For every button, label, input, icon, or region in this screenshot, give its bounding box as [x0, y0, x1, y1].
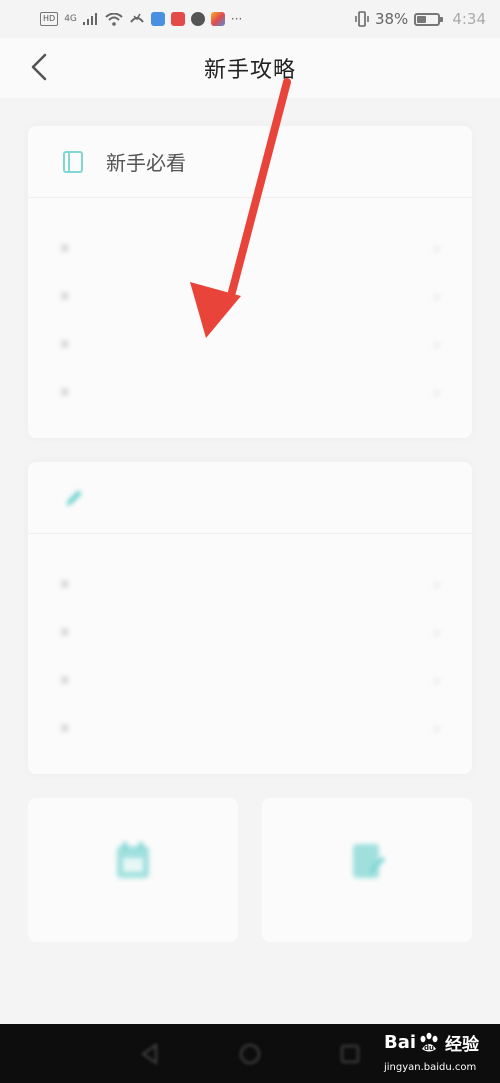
battery-icon: [414, 12, 444, 26]
edit-icon: [353, 844, 385, 878]
paw-icon: du: [420, 1032, 438, 1052]
app-notification-icon: [210, 12, 225, 26]
list-item[interactable]: ›: [28, 656, 472, 704]
card-list: › › › ›: [28, 534, 472, 752]
status-right: 38% 4:34: [355, 10, 486, 28]
list-item[interactable]: ›: [28, 704, 472, 752]
calendar-icon: [117, 842, 149, 878]
app-notification-icon: [170, 12, 185, 26]
clock: 4:34: [452, 10, 486, 28]
card-title: 新手必看: [106, 151, 186, 175]
svg-text:du: du: [424, 1044, 434, 1052]
signal-icon: [82, 13, 97, 25]
nav-home-button[interactable]: [235, 1039, 265, 1069]
card-header: [28, 462, 472, 534]
baidu-jingyan-watermark: Bai du 经验 jingyan.baidu.com: [380, 1026, 496, 1080]
card-header: 新手必看: [28, 126, 472, 198]
header: 新手攻略: [0, 38, 500, 98]
watermark-url: jingyan.baidu.com: [384, 1062, 477, 1073]
list-item[interactable]: ›: [28, 368, 472, 416]
home-circle-icon: [240, 1043, 260, 1064]
list-item[interactable]: ›: [28, 608, 472, 656]
app-notification-icon: [150, 12, 165, 26]
app-notification-icon: [190, 12, 205, 26]
chevron-right-icon: ›: [433, 238, 440, 258]
chevron-right-icon: ›: [433, 574, 440, 594]
screen: HD 4G ··· 38% 4:34 新手攻略 新手必看 › › › › › ›…: [0, 0, 500, 1083]
back-triangle-icon: [141, 1042, 157, 1065]
network-label: 4G: [64, 14, 77, 24]
back-button[interactable]: [24, 52, 54, 82]
pen-icon: [66, 489, 82, 506]
page-title: 新手攻略: [203, 58, 296, 83]
status-left: HD 4G ···: [40, 12, 242, 26]
chevron-right-icon: ›: [433, 382, 440, 402]
nav-recent-button[interactable]: [335, 1039, 365, 1069]
book-icon: [63, 150, 83, 173]
chevron-left-icon: [31, 53, 47, 81]
guide-card: › › › ›: [28, 462, 472, 774]
call-icon: [130, 13, 144, 23]
hd-badge: HD: [40, 12, 59, 26]
more-notifications-icon: ···: [230, 12, 243, 26]
chevron-right-icon: ›: [433, 334, 440, 354]
chevron-right-icon: ›: [433, 670, 440, 690]
wifi-icon: [105, 12, 123, 26]
calendar-tile[interactable]: [28, 798, 238, 942]
edit-tile[interactable]: [262, 798, 472, 942]
beginner-guide-card: 新手必看 › › › ›: [28, 126, 472, 438]
chevron-right-icon: ›: [433, 718, 440, 738]
status-bar: HD 4G ··· 38% 4:34: [0, 0, 500, 38]
chevron-right-icon: ›: [433, 286, 440, 306]
list-item[interactable]: ›: [28, 224, 472, 272]
recent-square-icon: [341, 1044, 359, 1063]
card-list: › › › ›: [28, 198, 472, 416]
nav-back-button[interactable]: [135, 1039, 165, 1069]
list-item[interactable]: ›: [28, 560, 472, 608]
list-item[interactable]: ›: [28, 320, 472, 368]
battery-percent: 38%: [374, 10, 409, 28]
baidu-logo: Bai du 经验: [384, 1032, 480, 1055]
list-item[interactable]: ›: [28, 272, 472, 320]
chevron-right-icon: ›: [433, 622, 440, 642]
vibrate-icon: [355, 11, 369, 27]
